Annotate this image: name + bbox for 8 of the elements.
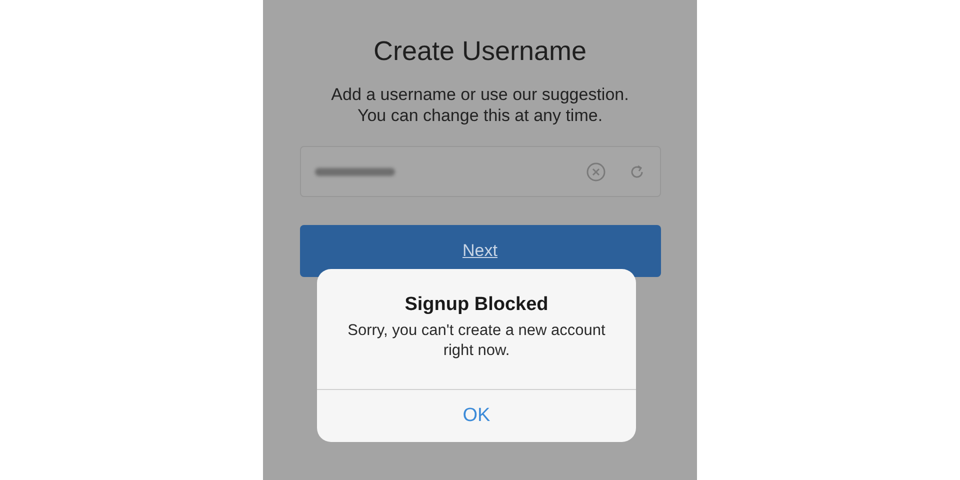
ok-button[interactable]: OK	[317, 390, 636, 442]
screen-title: Create Username	[373, 35, 587, 68]
alert-title: Signup Blocked	[404, 293, 548, 317]
instruction-text: You can change this at any time.	[357, 105, 603, 126]
alert-message: Sorry, you can't create a new account right now.	[346, 321, 606, 361]
clear-icon[interactable]	[586, 162, 606, 182]
instruction-text: Add a username or use our suggestion.	[331, 84, 629, 105]
username-field[interactable]	[300, 146, 660, 197]
